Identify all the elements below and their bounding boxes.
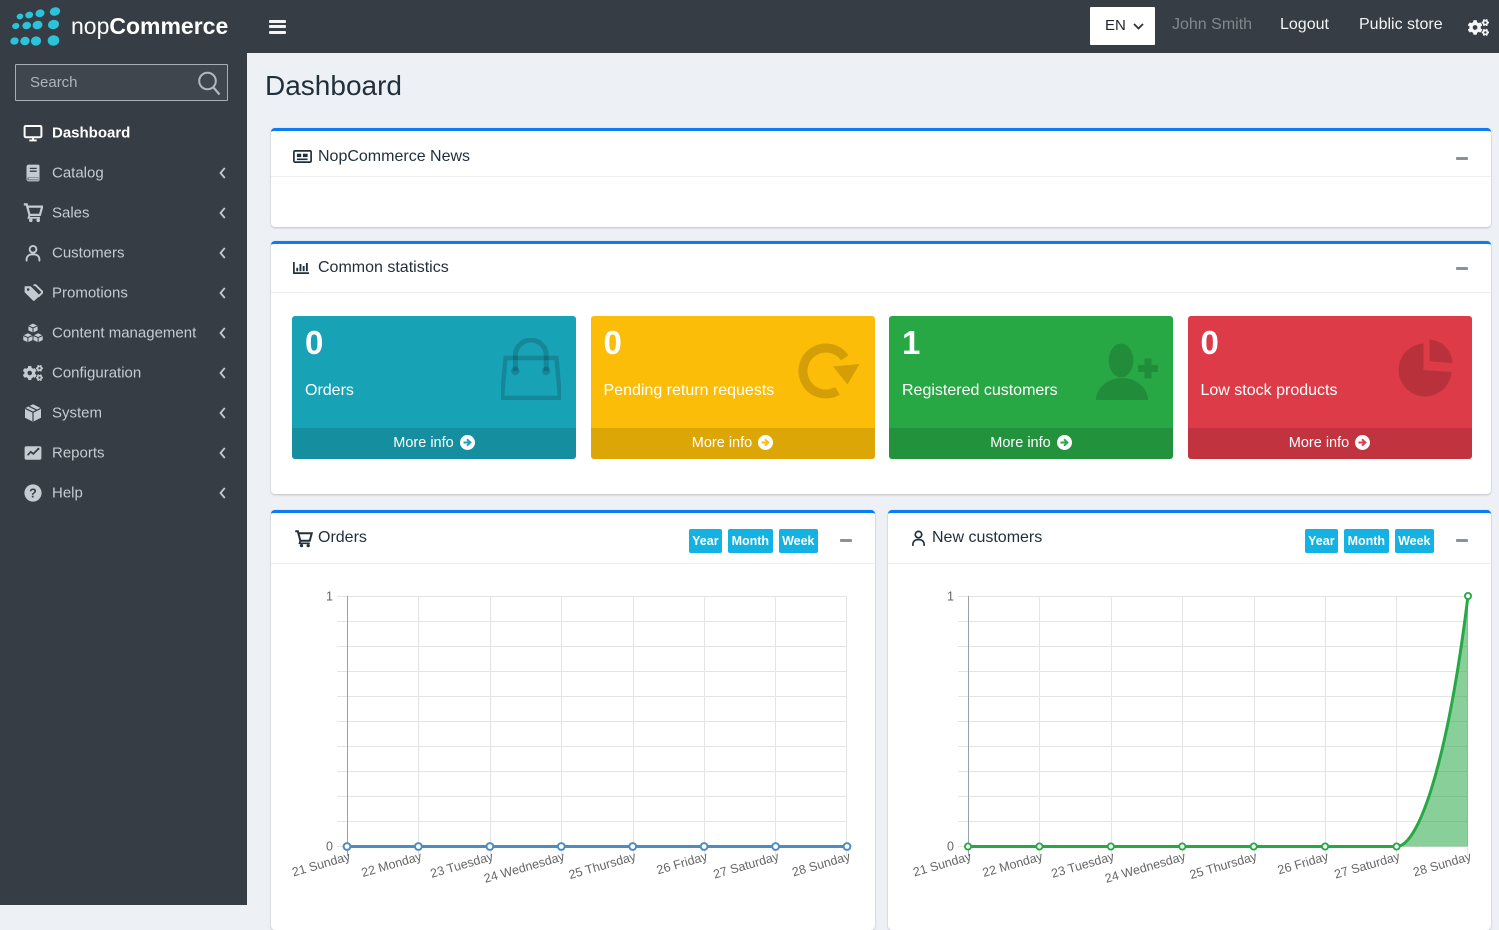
svg-text:1: 1	[947, 590, 954, 604]
svg-text:?: ?	[29, 486, 37, 500]
svg-text:27 Saturday: 27 Saturday	[1333, 849, 1402, 881]
svg-text:21 Sunday: 21 Sunday	[912, 849, 974, 879]
svg-text:1: 1	[326, 590, 333, 604]
svg-text:28 Sunday: 28 Sunday	[1412, 849, 1474, 879]
svg-text:0: 0	[326, 840, 333, 854]
svg-text:21 Sunday: 21 Sunday	[291, 849, 353, 879]
svg-text:24 Wednesday: 24 Wednesday	[1103, 849, 1188, 886]
svg-text:26 Friday: 26 Friday	[655, 849, 710, 877]
svg-text:27 Saturday: 27 Saturday	[712, 849, 781, 881]
svg-text:28 Sunday: 28 Sunday	[791, 849, 853, 879]
svg-text:22 Monday: 22 Monday	[981, 849, 1045, 880]
svg-text:0: 0	[947, 840, 954, 854]
svg-text:25 Thursday: 25 Thursday	[1188, 849, 1259, 882]
svg-text:25 Thursday: 25 Thursday	[567, 849, 638, 882]
svg-text:24 Wednesday: 24 Wednesday	[482, 849, 567, 886]
svg-text:22 Monday: 22 Monday	[360, 849, 424, 880]
svg-text:26 Friday: 26 Friday	[1276, 849, 1331, 877]
